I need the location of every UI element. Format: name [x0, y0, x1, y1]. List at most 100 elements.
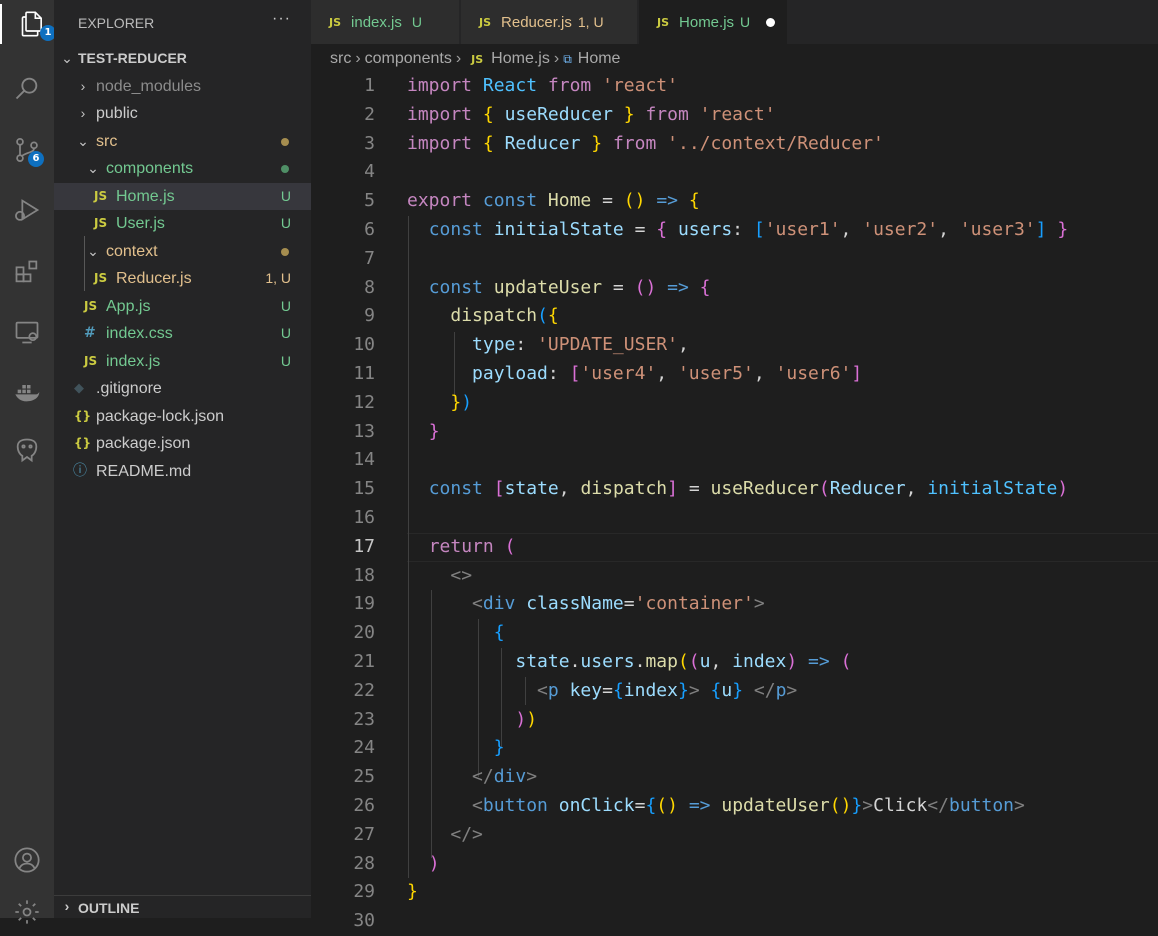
code-token: }	[428, 420, 440, 442]
line-number: 29	[353, 881, 375, 903]
more-actions-icon[interactable]: ···	[272, 10, 291, 28]
code-token: dispatch	[580, 478, 668, 500]
remote-explorer-icon[interactable]	[7, 312, 47, 352]
explorer-icon[interactable]: 1	[0, 4, 59, 44]
code-token: <	[472, 593, 483, 615]
search-icon[interactable]	[7, 68, 47, 108]
settings-gear-icon[interactable]	[7, 892, 47, 932]
tree-item-gitignore[interactable]: ◆ .gitignore	[54, 375, 311, 402]
tree-item-src[interactable]: ⌄ src	[54, 128, 311, 155]
tree-item-index-css[interactable]: # index.css U	[54, 320, 311, 347]
tree-item-label: context	[106, 243, 158, 260]
source-control-icon[interactable]: 6	[7, 130, 47, 170]
tree-item-label: Reducer.js	[116, 270, 192, 287]
code-token: .	[569, 651, 581, 672]
tree-item-package-lock-json[interactable]: {} package-lock.json	[54, 403, 311, 430]
js-file-icon: JS	[84, 354, 98, 368]
git-status: 1, U	[265, 270, 291, 286]
tree-item-app-js[interactable]: JS App.js U	[54, 293, 311, 320]
code-line: <p key={index}> {u} </p>	[407, 677, 797, 706]
code-line: import React from 'react'	[407, 72, 678, 101]
code-token: state	[515, 651, 570, 672]
tree-item-index-js[interactable]: JS index.js U	[54, 348, 311, 375]
code-token: =>	[656, 190, 678, 212]
line-number: 19	[353, 593, 375, 615]
tree-item-home-js[interactable]: JS Home.js U	[54, 183, 311, 210]
code-token: (	[840, 651, 852, 672]
tree-item-label: package.json	[96, 435, 191, 452]
code-token: )	[1057, 478, 1069, 500]
info-file-icon: ⓘ	[73, 463, 87, 479]
code-token: (	[818, 478, 830, 500]
code-token: }	[591, 132, 603, 154]
code-line: ))	[407, 706, 537, 735]
tab-reducer-js[interactable]: JS Reducer.js 1, U	[461, 0, 637, 44]
code-token: ,	[840, 219, 863, 240]
breadcrumb-symbol[interactable]: Home	[578, 50, 621, 68]
tab-home-js[interactable]: JS Home.js U	[639, 0, 787, 44]
breadcrumb-src[interactable]: src	[330, 50, 351, 68]
code-line: )	[407, 850, 440, 879]
code-editor[interactable]: 1 2 3 4 5 6 7 8 9 10 11 12 13 14 15 16 17 18 19 20 21 22 23 24 2…	[311, 72, 1158, 931]
tree-item-components[interactable]: ⌄ components	[54, 155, 311, 182]
run-debug-icon[interactable]	[7, 190, 47, 230]
breadcrumb-components[interactable]: components	[365, 50, 452, 68]
line-number: 11	[353, 363, 375, 384]
code-token: }	[493, 737, 505, 759]
line-number: 24	[353, 737, 375, 759]
code-line: import { useReducer } from 'react'	[407, 101, 776, 130]
code-token: ]	[667, 478, 678, 500]
tree-item-public[interactable]: › public	[54, 100, 311, 127]
code-token: 'react'	[602, 75, 678, 96]
code-token: (	[504, 535, 516, 557]
chevron-right-icon: ›	[355, 50, 361, 67]
tree-item-context[interactable]: ⌄ context	[54, 238, 311, 265]
code-token: u	[699, 651, 711, 672]
line-number: 17	[353, 535, 375, 557]
account-icon[interactable]	[7, 840, 47, 880]
code-token: from	[645, 103, 689, 125]
line-number: 2	[364, 103, 375, 125]
tree-item-package-json[interactable]: {} package.json	[54, 430, 311, 457]
project-folder[interactable]: ⌄ TEST-REDUCER	[54, 45, 311, 72]
breadcrumb-file[interactable]: Home.js	[491, 50, 550, 68]
tree-item-node-modules[interactable]: › node_modules	[54, 73, 311, 100]
code-token: )	[526, 708, 538, 730]
unsaved-dot-icon[interactable]	[766, 17, 776, 27]
code-line: export const Home = () => {	[407, 187, 700, 216]
code-line: dispatch({	[407, 302, 558, 331]
tree-item-readme-md[interactable]: ⓘ README.md	[54, 458, 311, 485]
code-token: button	[948, 795, 1015, 816]
code-token: p	[547, 679, 559, 701]
code-token: [	[753, 219, 765, 240]
tree-item-user-js[interactable]: JS User.js U	[54, 210, 311, 237]
chevron-down-icon: ⌄	[87, 243, 99, 259]
line-number: 6	[364, 219, 375, 240]
outline-section[interactable]: › OUTLINE	[54, 895, 311, 919]
docker-icon[interactable]	[7, 372, 47, 412]
database-icon[interactable]	[7, 430, 47, 470]
chevron-down-icon: ⌄	[61, 50, 73, 66]
tree-item-reducer-js[interactable]: JS Reducer.js 1, U	[54, 265, 311, 292]
code-token: ]	[1035, 219, 1047, 240]
tree-item-label: package-lock.json	[96, 408, 225, 425]
code-token: const	[428, 219, 483, 240]
tab-index-js[interactable]: JS index.js U	[311, 0, 459, 44]
code-token: {	[482, 132, 494, 154]
extensions-icon[interactable]	[7, 252, 47, 292]
code-token: 'react'	[699, 103, 776, 125]
untracked-dot	[281, 165, 289, 173]
